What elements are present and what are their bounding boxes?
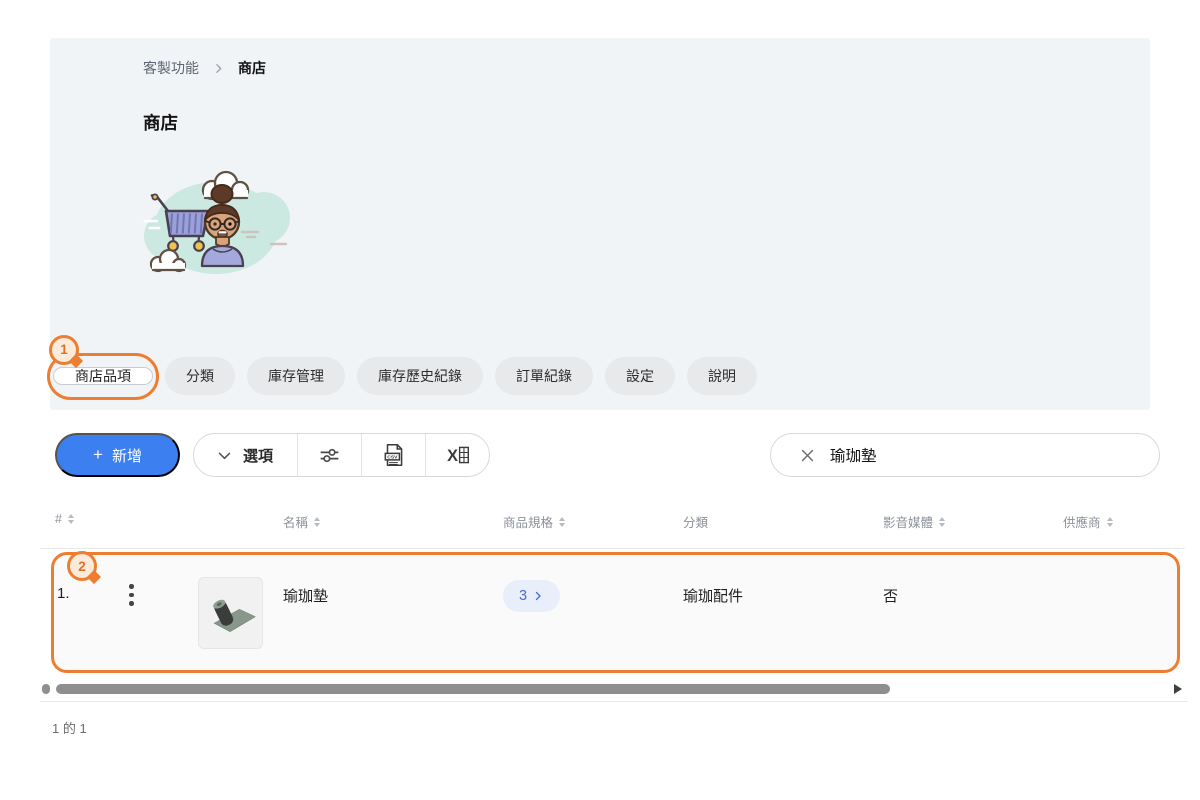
tab-categories[interactable]: 分類 [165, 357, 235, 395]
options-label: 選項 [243, 445, 273, 466]
tab-inventory[interactable]: 庫存管理 [247, 357, 345, 395]
yoga-mat-image [203, 585, 259, 641]
tab-bar: 1 商店品項 分類 庫存管理 庫存歷史紀錄 訂單紀錄 設定 說明 [53, 357, 757, 395]
scrollbar-left-cap[interactable] [42, 684, 50, 694]
sort-icon[interactable] [1107, 517, 1113, 527]
column-header-index[interactable]: # [55, 512, 74, 526]
product-thumbnail [198, 577, 263, 649]
table-row[interactable]: 2 1. 瑜珈墊 3 瑜珈配件 否 [51, 552, 1180, 673]
tab-help[interactable]: 說明 [687, 357, 757, 395]
sliders-icon [317, 443, 342, 468]
filter-sliders-button[interactable] [298, 434, 361, 476]
chevron-right-icon [532, 590, 544, 602]
breadcrumb-parent[interactable]: 客製功能 [143, 58, 199, 78]
row-index: 1. [57, 585, 70, 602]
header-divider [40, 548, 1185, 549]
scrollbar-thumb[interactable] [56, 684, 890, 694]
sort-icon[interactable] [314, 517, 320, 527]
options-button[interactable]: 選項 [194, 434, 297, 476]
toolbar-button-group: 選項 CSV X [193, 433, 490, 477]
shop-header-panel: 客製功能 商店 商店 [50, 38, 1150, 410]
sort-icon[interactable] [559, 517, 565, 527]
chevron-down-icon [216, 447, 233, 464]
file-csv-icon: CSV [381, 442, 407, 468]
breadcrumb: 客製功能 商店 [143, 58, 266, 78]
clear-search-icon[interactable] [799, 447, 816, 464]
column-header-media[interactable]: 影音媒體 [883, 512, 945, 531]
annotated-tab-wrapper: 1 商店品項 [53, 359, 153, 394]
tab-settings[interactable]: 設定 [605, 357, 675, 395]
tab-shop-items[interactable]: 商店品項 [53, 367, 153, 385]
search-value: 瑜珈墊 [830, 444, 877, 466]
shop-illustration [142, 166, 292, 284]
scroll-right-arrow-icon[interactable] [1174, 684, 1182, 694]
product-media: 否 [883, 585, 898, 606]
tab-inventory-history[interactable]: 庫存歷史紀錄 [357, 357, 483, 395]
product-name: 瑜珈墊 [283, 585, 328, 606]
product-category: 瑜珈配件 [683, 585, 743, 606]
som-badge-2: 2 [67, 551, 97, 581]
svg-text:CSV: CSV [387, 454, 398, 460]
breadcrumb-current: 商店 [238, 58, 266, 78]
breadcrumb-chevron-icon [212, 62, 225, 75]
column-header-name[interactable]: 名稱 [283, 512, 320, 531]
add-button-label: 新增 [112, 445, 142, 466]
export-csv-button[interactable]: CSV [362, 434, 425, 476]
svg-text:X: X [447, 447, 458, 465]
spec-count-chip[interactable]: 3 [503, 580, 560, 612]
content-divider [40, 701, 1188, 702]
column-header-spec[interactable]: 商品規格 [503, 512, 565, 531]
export-excel-button[interactable]: X [426, 434, 489, 476]
sort-icon[interactable] [939, 517, 945, 527]
sort-icon[interactable] [68, 514, 74, 524]
add-button[interactable]: + 新增 [55, 433, 180, 477]
pagination-label: 1 的 1 [52, 718, 87, 737]
screen: 客製功能 商店 商店 [0, 0, 1200, 800]
page-title: 商店 [143, 110, 178, 135]
column-header-supplier[interactable]: 供應商 [1063, 512, 1113, 531]
som-badge-1: 1 [49, 335, 79, 365]
file-excel-icon: X [445, 442, 471, 468]
search-input[interactable]: 瑜珈墊 [770, 433, 1160, 477]
chip-count: 3 [519, 588, 527, 604]
column-header-category: 分類 [683, 512, 708, 531]
plus-icon: + [93, 445, 103, 465]
tab-order-history[interactable]: 訂單紀錄 [495, 357, 593, 395]
row-menu-kebab-icon[interactable] [126, 581, 137, 609]
